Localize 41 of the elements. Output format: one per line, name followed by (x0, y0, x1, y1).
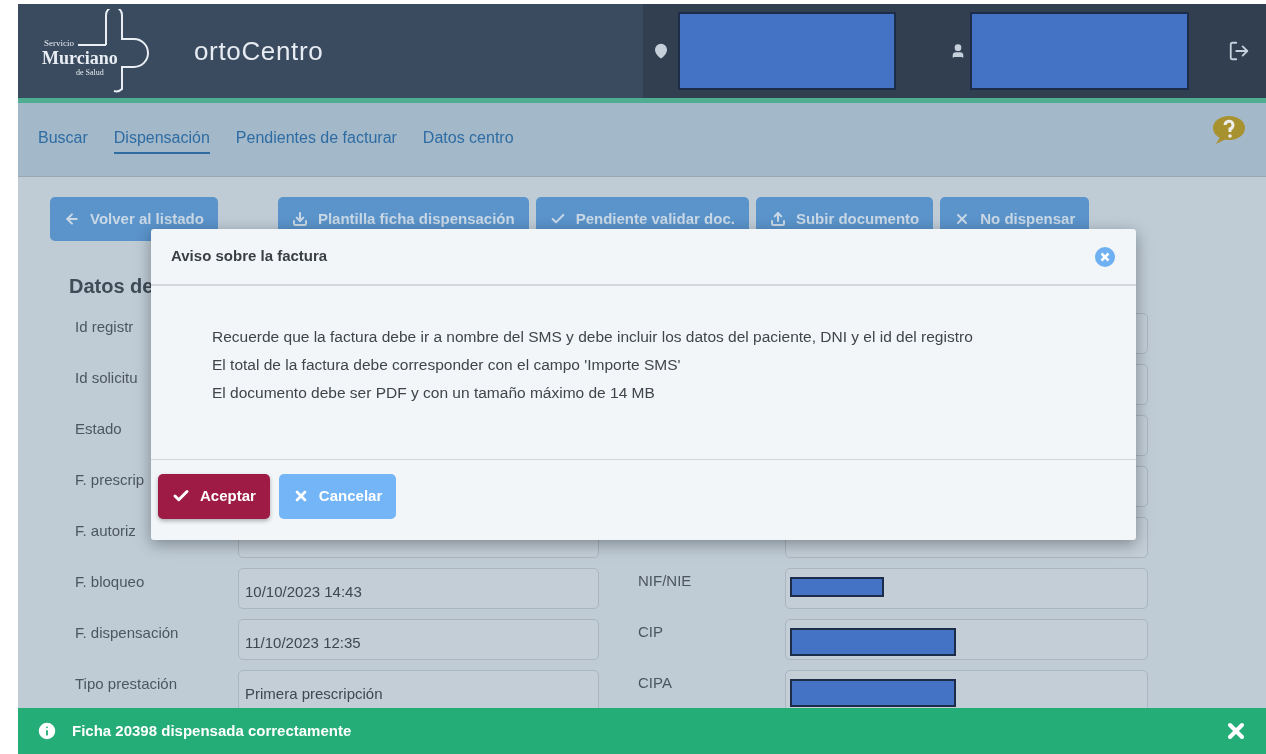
info-icon (36, 720, 58, 742)
field-label: Id solicitu (75, 369, 138, 386)
logo-text: Servicio (44, 39, 74, 48)
field-label: NIF/NIE (637, 571, 693, 591)
dialog-message: El total de la factura debe corresponder con el campo 'Importe SMS' (212, 355, 682, 375)
field-label: F. bloqueo (75, 573, 145, 590)
user-icon (950, 43, 966, 59)
accept-button[interactable]: Aceptar (158, 473, 270, 519)
field-label: F. prescrip (75, 471, 145, 488)
input-field[interactable] (785, 670, 1148, 711)
logo-text: de Salud (76, 69, 104, 77)
field-label: Estado (75, 420, 122, 437)
logout-icon[interactable] (1228, 40, 1250, 62)
input-field[interactable]: Primera prescripción (238, 670, 599, 711)
input-field[interactable]: 11/10/2023 12:35 (238, 619, 599, 660)
download-icon (291, 211, 308, 227)
dialog-title: Aviso sobre la factura (171, 246, 328, 267)
field-label: F. dispensación (75, 624, 179, 641)
field-label: CIP (637, 622, 664, 642)
input-field[interactable] (785, 619, 1148, 660)
location-pin-icon (653, 43, 669, 59)
arrow-left-icon (64, 211, 80, 227)
field-label: Id registr (75, 318, 134, 335)
nav-tab[interactable]: Pendientes de facturar (235, 125, 397, 154)
section-title: Datos de (69, 274, 155, 299)
input-field[interactable]: 10/10/2023 14:43 (238, 568, 599, 609)
field-label: CIPA (637, 673, 673, 693)
dialog-message: Recuerde que la factura debe ir a nombre del SMS y debe incluir los datos del paciente, DNI y el id del registro (212, 327, 974, 347)
cancel-button[interactable]: Cancelar (278, 473, 397, 519)
toast-message: Ficha 20398 dispensada correctamente (72, 720, 352, 741)
nav-tab[interactable]: Dispensación (113, 125, 210, 154)
field-label: Tipo prestación (75, 675, 177, 692)
upload-icon (769, 211, 786, 227)
dialog-message: El documento debe ser PDF y con un tamaño máximo de 14 MB (212, 383, 656, 403)
help-icon[interactable] (1212, 114, 1246, 145)
logo-text: Murciano (42, 49, 118, 67)
input-field[interactable] (785, 568, 1148, 609)
app-title: ortoCentro (194, 34, 324, 68)
nav-tab[interactable]: Buscar (38, 125, 88, 154)
field-label: F. autoriz (75, 522, 136, 539)
nav-tab[interactable]: Datos centro (422, 125, 514, 154)
